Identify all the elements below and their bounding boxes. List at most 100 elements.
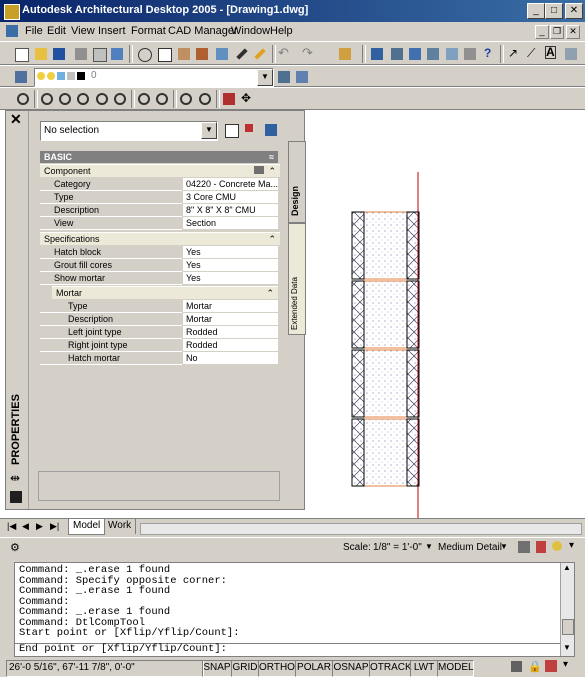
coordinates-readout[interactable]: 26'-0 5/16", 67'-11 7/8", 0'-0"	[6, 660, 204, 677]
tab-design[interactable]: Design	[288, 141, 306, 223]
text-button[interactable]: A	[542, 45, 560, 63]
tray-menu-icon[interactable]: ▾	[563, 659, 568, 670]
copy-button[interactable]	[155, 45, 173, 63]
sheet-set-button[interactable]	[424, 45, 442, 63]
layer-manager-button[interactable]	[12, 68, 30, 86]
tool-palettes-button[interactable]	[406, 45, 424, 63]
chevron-down-icon[interactable]: ▼	[500, 542, 508, 551]
first-tab-button[interactable]: |◀	[7, 521, 16, 532]
property-row[interactable]: Left joint type Rodded	[40, 326, 278, 339]
chevron-up-icon[interactable]: ⌃	[266, 287, 274, 300]
surface-hatch-icon[interactable]	[536, 541, 546, 553]
property-row[interactable]: Description 8" X 8" X 8" CMU	[40, 204, 278, 217]
tray-menu-icon[interactable]: ▾	[569, 540, 574, 551]
layer-previous-button[interactable]	[293, 68, 311, 86]
publish-button[interactable]	[108, 45, 126, 63]
zoom-all-button[interactable]	[177, 90, 195, 108]
menu-window[interactable]: Window	[231, 25, 270, 37]
auto-hide-icon[interactable]: ⇹	[10, 471, 20, 485]
menu-view[interactable]: View	[71, 25, 95, 37]
model-toggle[interactable]: MODEL	[437, 660, 474, 677]
menu-format[interactable]: Format	[131, 25, 166, 37]
property-row[interactable]: Show mortar Yes	[40, 272, 278, 285]
open-button[interactable]	[32, 45, 50, 63]
zoom-in-button[interactable]	[135, 90, 153, 108]
block-editor-button[interactable]	[213, 45, 231, 63]
chevron-up-icon[interactable]: ⌃	[268, 165, 276, 178]
leader-button[interactable]: ↗	[505, 45, 523, 63]
pencil-button[interactable]	[251, 45, 269, 63]
command-scrollbar[interactable]: ▲ ▼	[560, 563, 574, 656]
menu-file[interactable]: File	[25, 25, 43, 37]
scroll-up-icon[interactable]: ▲	[563, 563, 571, 572]
isolate-objects-button[interactable]	[220, 90, 238, 108]
chevron-up-icon[interactable]: ⌃	[268, 233, 276, 246]
next-tab-button[interactable]: ▶	[36, 521, 43, 532]
component-header[interactable]: Component ⌃	[40, 164, 280, 177]
mortar-header[interactable]: Mortar ⌃	[52, 286, 278, 299]
toggle-pickadd-button[interactable]	[222, 121, 240, 139]
zoom-out-button[interactable]	[153, 90, 171, 108]
grid-toggle[interactable]: GRID	[231, 660, 259, 677]
selection-combo[interactable]: No selection ▼	[40, 121, 218, 141]
bulb-icon[interactable]	[552, 541, 562, 551]
comm-center-icon[interactable]	[511, 661, 522, 672]
command-prompt[interactable]: End point or [Xflip/Yflip/Count]:	[15, 643, 560, 655]
pen-button[interactable]	[233, 45, 251, 63]
polar-toggle[interactable]: POLAR	[295, 660, 333, 677]
layer-combo[interactable]: 0 ▼	[34, 68, 274, 87]
horizontal-scrollbar[interactable]	[140, 523, 582, 535]
chevron-down-icon[interactable]: ▼	[425, 542, 433, 551]
dimension-button[interactable]: ⟋	[524, 45, 542, 63]
menu-help[interactable]: Help	[270, 25, 293, 37]
document-icon[interactable]	[6, 25, 18, 37]
prev-tab-button[interactable]: ◀	[22, 521, 29, 532]
tab-model[interactable]: Model	[68, 519, 106, 535]
palette-title-strip[interactable]: ✕ PROPERTIES ⇹	[6, 111, 29, 509]
otrack-toggle[interactable]: OTRACK	[369, 660, 412, 677]
property-row[interactable]: Type Mortar	[40, 300, 278, 313]
zoom-center-button[interactable]	[93, 90, 111, 108]
maximize-button[interactable]: □	[545, 3, 563, 19]
gear-icon[interactable]: ⚙	[10, 541, 20, 554]
property-row[interactable]: Right joint type Rodded	[40, 339, 278, 352]
close-button[interactable]: ✕	[565, 3, 583, 19]
tab-work[interactable]: Work	[104, 519, 137, 534]
basic-section-header[interactable]: BASIC ≈	[40, 151, 278, 163]
cmu-block[interactable]	[351, 418, 420, 487]
palette-menu-icon[interactable]	[10, 491, 22, 503]
elevation-offset-icon[interactable]	[518, 541, 530, 553]
snap-toggle[interactable]: SNAP	[202, 660, 232, 677]
select-objects-button[interactable]	[242, 121, 260, 139]
ortho-toggle[interactable]: ORTHO	[258, 660, 296, 677]
last-tab-button[interactable]: ▶|	[50, 521, 59, 532]
doc-close-button[interactable]: ✕	[566, 25, 580, 39]
zoom-extents-button[interactable]	[196, 90, 214, 108]
property-row[interactable]: Type 3 Core CMU	[40, 191, 278, 204]
minimize-button[interactable]: _	[527, 3, 545, 19]
calculator-button[interactable]	[461, 45, 479, 63]
markup-button[interactable]	[443, 45, 461, 63]
command-window[interactable]: Command: _.erase 1 found Command: Specif…	[14, 562, 575, 657]
redo-button[interactable]: ↷	[300, 45, 318, 63]
new-button[interactable]	[12, 45, 30, 63]
plot-preview-button[interactable]	[90, 45, 108, 63]
app-icon[interactable]	[4, 4, 20, 20]
collapse-icon[interactable]: ≈	[269, 151, 274, 163]
annotation-scale[interactable]: 1/8" = 1'-0"	[373, 542, 422, 553]
paste-button[interactable]	[175, 45, 193, 63]
zoom-dynamic-button[interactable]	[56, 90, 74, 108]
print-button[interactable]	[72, 45, 90, 63]
zoom-object-button[interactable]	[111, 90, 129, 108]
help-button[interactable]: ?	[480, 45, 498, 63]
cmu-block[interactable]	[351, 349, 420, 418]
zoom-scale-button[interactable]	[74, 90, 92, 108]
tab-extended-data[interactable]: Extended Data	[288, 223, 306, 335]
scroll-down-icon[interactable]: ▼	[563, 643, 571, 652]
display-config[interactable]: Medium Detail	[438, 542, 502, 553]
menu-edit[interactable]: Edit	[47, 25, 66, 37]
match-properties-button[interactable]	[193, 45, 211, 63]
design-center-button[interactable]	[388, 45, 406, 63]
properties-toolbar-button[interactable]	[368, 45, 386, 63]
scroll-thumb[interactable]	[562, 619, 574, 635]
